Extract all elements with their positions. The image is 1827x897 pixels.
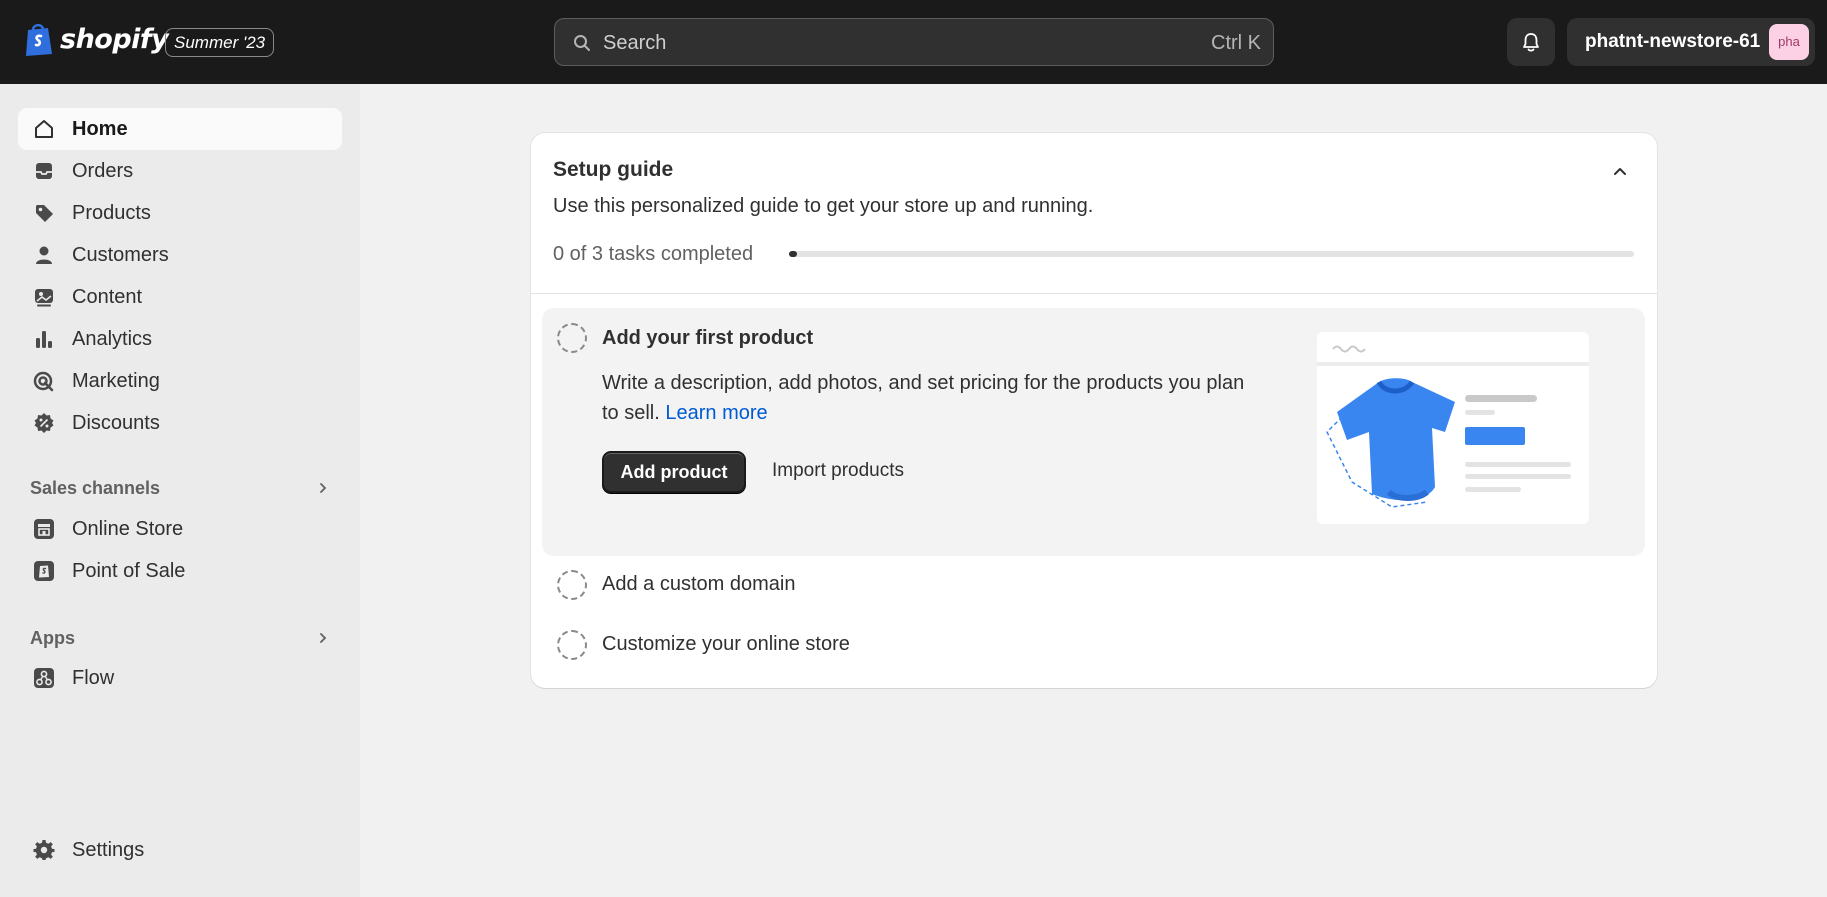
notifications-button[interactable] (1507, 18, 1555, 66)
sidebar-item-label: Flow (72, 667, 115, 689)
sidebar-item-flow[interactable]: Flow (18, 657, 342, 699)
sidebar-item-marketing[interactable]: Marketing (18, 360, 342, 402)
target-icon (33, 371, 54, 392)
chevron-right-icon (320, 483, 327, 493)
sidebar-item-point-of-sale[interactable]: Point of Sale (18, 550, 342, 592)
sidebar-item-label: Home (72, 118, 128, 140)
gear-icon (33, 840, 55, 860)
task-checkbox[interactable] (557, 630, 587, 660)
sidebar-item-online-store[interactable]: Online Store (18, 508, 342, 550)
section-label: Apps (30, 628, 75, 648)
search-bar[interactable]: Search Ctrl K (554, 18, 1274, 66)
bell-icon (1523, 33, 1539, 52)
bar-chart-icon (36, 331, 52, 348)
task-checkbox[interactable] (557, 570, 587, 600)
section-label: Sales channels (30, 478, 161, 498)
add-product-button[interactable]: Add product (602, 451, 746, 493)
sidebar-item-label: Marketing (72, 370, 160, 392)
person-icon (36, 246, 52, 264)
apps-header[interactable]: Apps (18, 621, 342, 655)
progress-bar (789, 251, 1634, 257)
task-add-first-product: Add your first product Write a descripti… (542, 308, 1645, 556)
avatar: pha (1769, 24, 1809, 60)
search-icon (574, 35, 590, 51)
t-shirt-product-illustration (1317, 332, 1589, 524)
import-products-button[interactable]: Import products (772, 460, 904, 482)
sidebar-item-label: Discounts (72, 412, 160, 434)
discount-icon (34, 413, 54, 433)
task-description: Write a description, add photos, and set… (602, 368, 1252, 428)
top-bar: shopify Summer '23 Search Ctrl K phatnt-… (0, 0, 1827, 84)
shopify-bag-icon (26, 23, 52, 56)
setup-guide-title: Setup guide (553, 158, 674, 181)
store-icon (34, 519, 54, 539)
progress-text: 0 of 3 tasks completed (553, 243, 754, 265)
task-checkbox[interactable] (557, 323, 587, 353)
chevron-right-icon (320, 633, 327, 643)
inbox-icon (36, 163, 52, 179)
setup-guide-card: Setup guide Use this personalized guide … (531, 133, 1657, 688)
image-icon (35, 289, 53, 307)
brand-name: shopify (60, 23, 169, 55)
sidebar-item-label: Analytics (72, 328, 153, 350)
store-name: phatnt-newstore-61 (1585, 31, 1761, 52)
sidebar-item-discounts[interactable]: Discounts (18, 402, 342, 444)
setup-guide-subtitle: Use this personalized guide to get your … (553, 195, 1094, 217)
sidebar-item-settings[interactable]: Settings (18, 829, 342, 871)
sidebar-item-label: Settings (72, 839, 145, 861)
progress-fill (789, 251, 798, 257)
edition-badge[interactable]: Summer '23 (165, 28, 275, 57)
sidebar-item-home[interactable]: Home (18, 108, 342, 150)
search-placeholder: Search (603, 32, 667, 54)
task-customize-online-store[interactable]: Customize your online store (531, 620, 1657, 670)
sidebar-item-label: Point of Sale (72, 560, 186, 582)
sidebar-item-label: Products (72, 202, 151, 224)
store-menu-button[interactable]: phatnt-newstore-61 pha (1567, 18, 1815, 66)
task-add-custom-domain[interactable]: Add a custom domain (531, 560, 1657, 610)
home-icon (35, 120, 53, 138)
chevron-up-icon (1614, 168, 1626, 175)
sidebar-item-analytics[interactable]: Analytics (18, 318, 342, 360)
sales-channels-header[interactable]: Sales channels (18, 471, 342, 505)
sidebar-item-products[interactable]: Products (18, 192, 342, 234)
sidebar-item-label: Content (72, 286, 143, 308)
sidebar: Home Orders Products Customers Content A… (0, 84, 360, 897)
divider (531, 293, 1657, 294)
sidebar-item-orders[interactable]: Orders (18, 150, 342, 192)
shopify-logo[interactable]: shopify (24, 22, 169, 56)
sidebar-item-label: Customers (72, 244, 169, 266)
task-title: Add your first product (602, 327, 814, 349)
pos-icon (34, 561, 54, 581)
sidebar-item-content[interactable]: Content (18, 276, 342, 318)
sidebar-item-label: Orders (72, 160, 134, 182)
sidebar-item-label: Online Store (72, 518, 184, 540)
collapse-button[interactable] (1611, 163, 1629, 186)
tag-icon (36, 205, 53, 222)
task-title: Customize your online store (602, 633, 850, 655)
sidebar-item-customers[interactable]: Customers (18, 234, 342, 276)
search-shortcut: Ctrl K (1211, 32, 1261, 54)
flow-icon (34, 668, 54, 688)
task-title: Add a custom domain (602, 573, 796, 595)
learn-more-link[interactable]: Learn more (665, 402, 767, 424)
